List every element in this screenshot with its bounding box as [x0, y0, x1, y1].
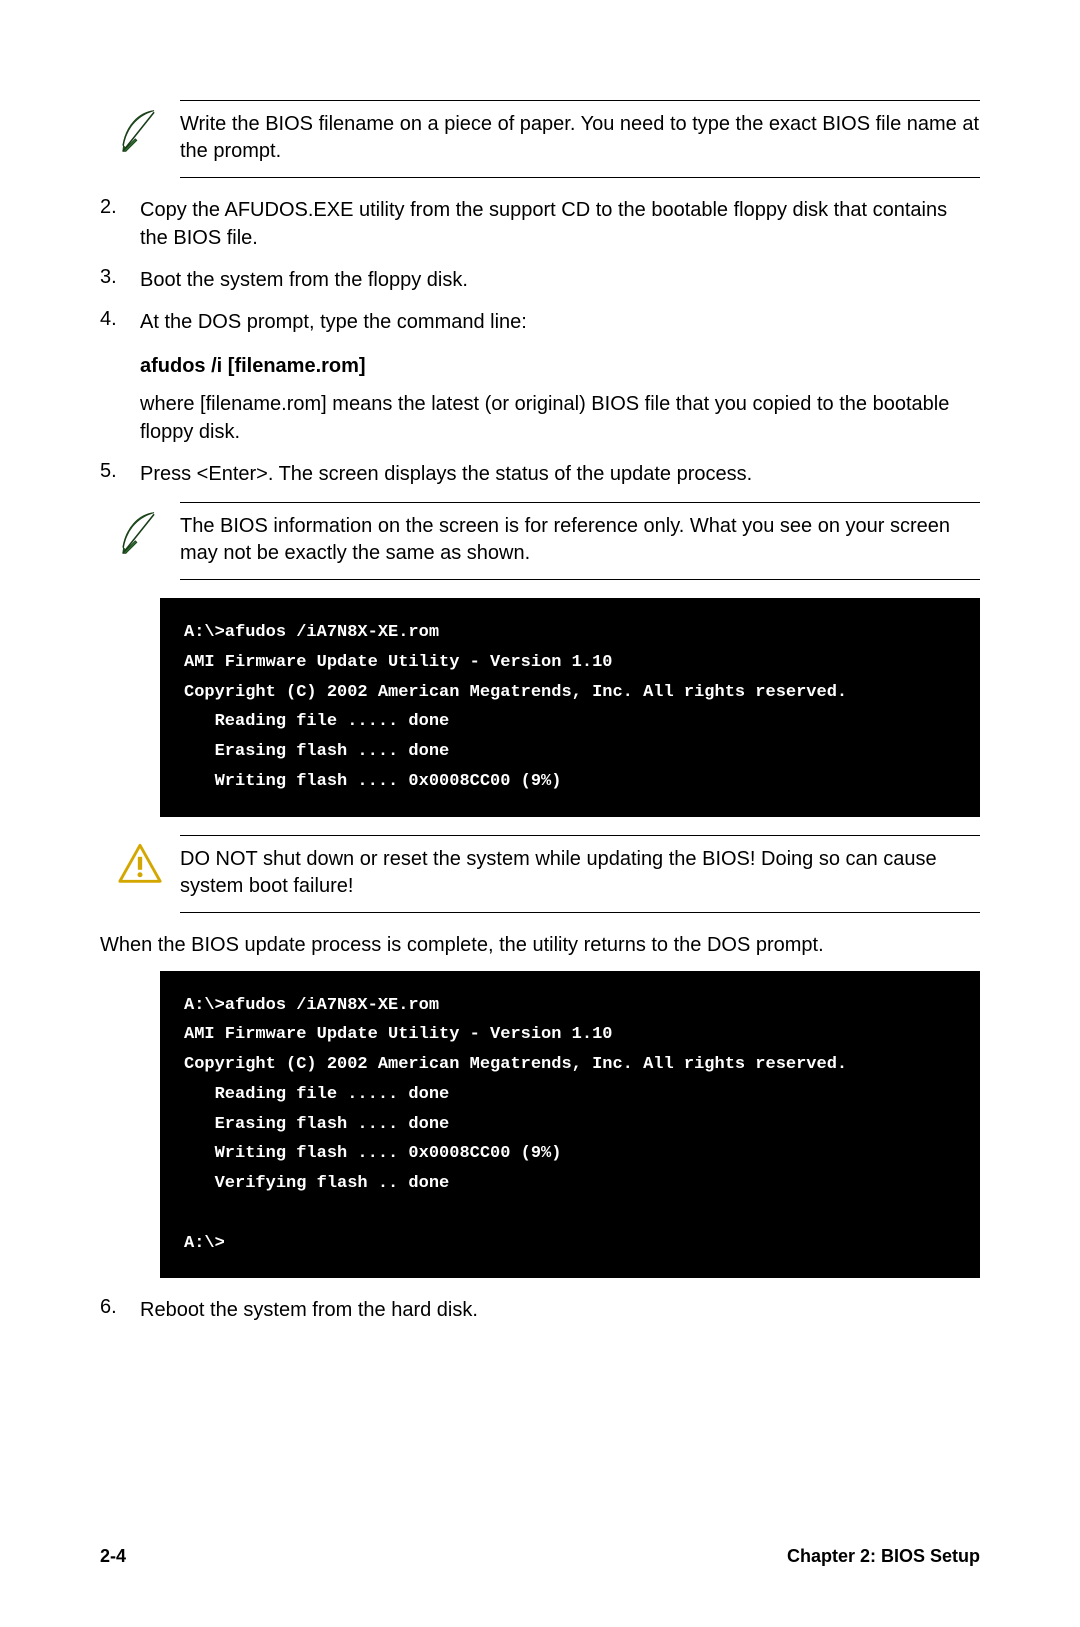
terminal-output: A:\>afudos /iA7N8X-XE.rom AMI Firmware U…: [160, 598, 980, 817]
page-number: 2-4: [100, 1546, 126, 1567]
command-line: afudos /i [filename.rom]: [140, 352, 980, 380]
note-block: Write the BIOS filename on a piece of pa…: [100, 100, 980, 178]
step-5: 5. Press <Enter>. The screen displays th…: [100, 460, 980, 488]
note-block: The BIOS information on the screen is fo…: [100, 502, 980, 580]
step-number: 6.: [100, 1296, 140, 1324]
step-number: 3.: [100, 266, 140, 294]
step-text: Reboot the system from the hard disk.: [140, 1296, 980, 1324]
step-text: At the DOS prompt, type the command line…: [140, 311, 527, 333]
paragraph: When the BIOS update process is complete…: [100, 931, 980, 959]
step-number: 2.: [100, 196, 140, 252]
step-4: 4. At the DOS prompt, type the command l…: [100, 308, 980, 446]
step-explain: where [filename.rom] means the latest (o…: [140, 390, 980, 446]
step-number: 4.: [100, 308, 140, 446]
note-text: Write the BIOS filename on a piece of pa…: [180, 111, 980, 165]
step-3: 3. Boot the system from the floppy disk.: [100, 266, 980, 294]
warning-text: DO NOT shut down or reset the system whi…: [180, 846, 980, 900]
warning-block: DO NOT shut down or reset the system whi…: [100, 835, 980, 913]
step-text: Copy the AFUDOS.EXE utility from the sup…: [140, 196, 980, 252]
step-text: Boot the system from the floppy disk.: [140, 266, 980, 294]
step-2: 2. Copy the AFUDOS.EXE utility from the …: [100, 196, 980, 252]
step-number: 5.: [100, 460, 140, 488]
feather-icon: [100, 502, 180, 558]
terminal-output: A:\>afudos /iA7N8X-XE.rom AMI Firmware U…: [160, 971, 980, 1279]
feather-icon: [100, 100, 180, 156]
note-text: The BIOS information on the screen is fo…: [180, 513, 980, 567]
warning-icon: [100, 835, 180, 887]
step-6: 6. Reboot the system from the hard disk.: [100, 1296, 980, 1324]
page-footer: 2-4 Chapter 2: BIOS Setup: [100, 1532, 980, 1567]
step-text: Press <Enter>. The screen displays the s…: [140, 460, 980, 488]
chapter-label: Chapter 2: BIOS Setup: [787, 1546, 980, 1567]
